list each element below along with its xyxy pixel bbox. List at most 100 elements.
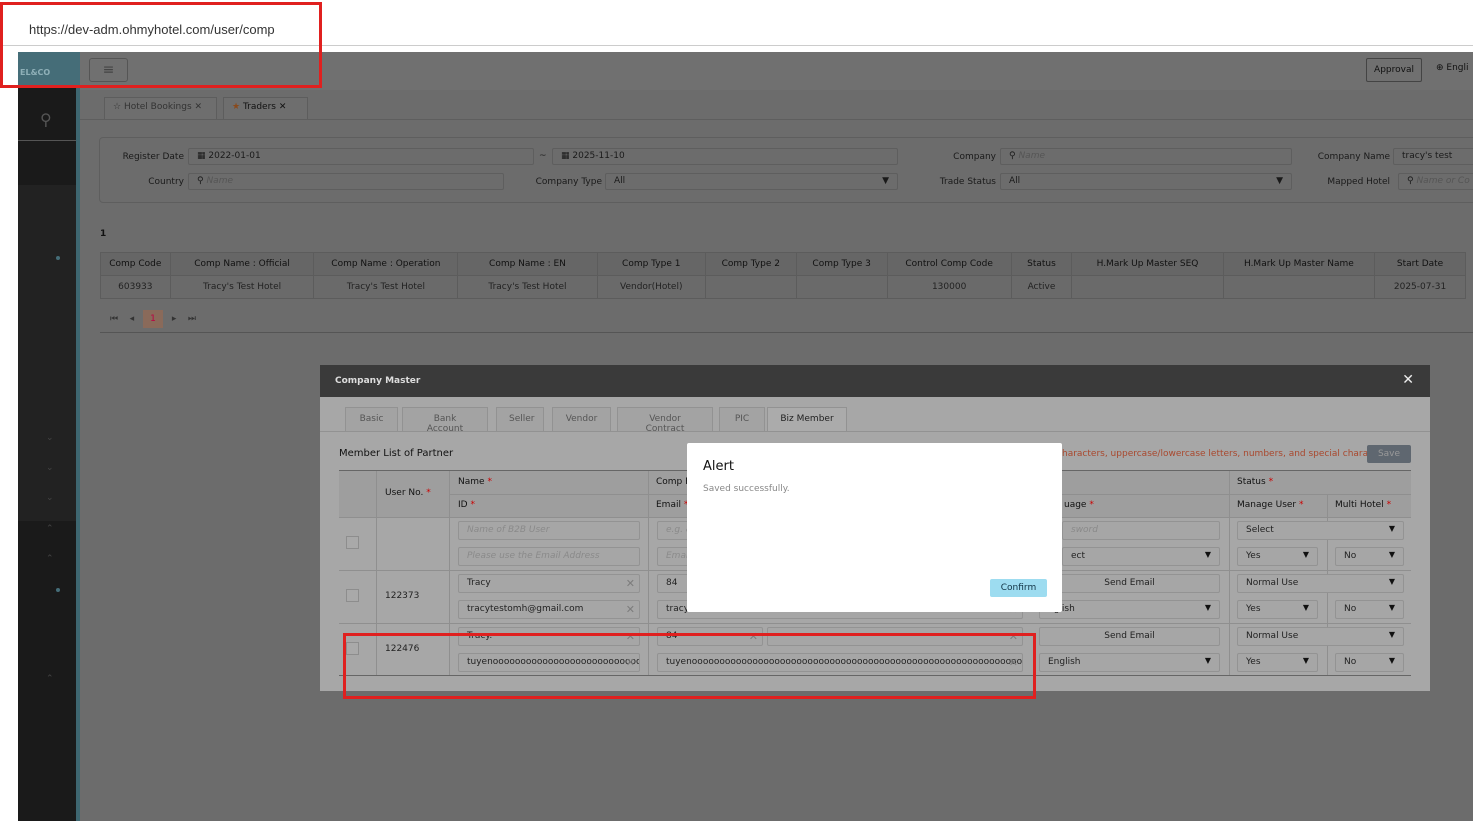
next-page-icon[interactable]: ▸ (172, 314, 177, 324)
column-header[interactable]: H.Mark Up Master Name (1222, 252, 1376, 276)
date-from-value: 2022-01-01 (208, 151, 261, 161)
chevron-down-icon[interactable]: ⌄ (46, 493, 54, 503)
modal-tab-biz-member[interactable]: Biz Member (767, 407, 847, 431)
column-header[interactable]: Comp Name : Official (169, 252, 315, 276)
new-language-select[interactable]: ect ▼ (1062, 547, 1220, 566)
user-no: 122373 (385, 591, 420, 601)
column-header[interactable]: Comp Name : EN (457, 252, 598, 276)
page-1-button[interactable]: 1 (142, 310, 163, 328)
language-selector[interactable]: ⊕ Engli (1436, 63, 1469, 73)
new-name-input[interactable]: Name of B2B User (458, 521, 640, 540)
close-icon[interactable]: ✕ (1402, 372, 1414, 388)
new-multi-hotel-select[interactable]: No ▼ (1335, 547, 1404, 566)
column-header[interactable]: Comp Type 1 (596, 252, 706, 276)
clear-icon[interactable]: ✕ (626, 577, 635, 590)
clear-icon[interactable]: ✕ (626, 603, 635, 616)
company-type-label: Company Type (535, 177, 602, 187)
multi-hotel-select[interactable]: No ▼ (1335, 600, 1404, 619)
date-to-value: 2025-11-10 (572, 151, 625, 161)
approval-button[interactable]: Approval (1366, 58, 1422, 82)
company-name-label: Company Name (1317, 152, 1390, 162)
tab-hotel-bookings[interactable]: ☆ Hotel Bookings ✕ (104, 97, 217, 119)
prev-page-icon[interactable]: ◂ (130, 314, 135, 324)
chevron-down-icon[interactable]: ⌄ (46, 433, 54, 443)
last-page-icon[interactable]: ⏭ (188, 314, 196, 324)
modal-tab-vendor[interactable]: Vendor (552, 407, 611, 431)
new-id-input[interactable]: Please use the Email Address (458, 547, 640, 566)
column-header[interactable]: Comp Name : Operation (313, 252, 459, 276)
trade-status-select[interactable]: All ▼ (1000, 173, 1292, 190)
language-select[interactable]: nglish▼ (1039, 600, 1220, 619)
new-status-select[interactable]: Select ▼ (1237, 521, 1404, 540)
company-name-input[interactable]: tracy's test (1393, 148, 1473, 165)
name-input[interactable]: Tracy ✕ (458, 574, 640, 593)
chevron-down-icon[interactable]: ⌄ (46, 463, 54, 473)
pagination: ⏮ ◂ 1 ▸ ⏭ (110, 310, 196, 328)
star-outline-icon: ☆ (113, 102, 124, 112)
close-icon[interactable]: ✕ (195, 102, 203, 112)
mapped-hotel-placeholder: Name or Co (1416, 176, 1470, 186)
close-icon[interactable]: ✕ (279, 102, 287, 112)
company-input[interactable]: ⚲ Name (1000, 148, 1292, 165)
table-row[interactable]: 603933 Tracy's Test Hotel Tracy's Test Hot… (100, 275, 1466, 299)
modal-tab-seller[interactable]: Seller (496, 407, 544, 431)
modal-tab-vendor-contract[interactable]: Vendor Contract (617, 407, 713, 434)
divider (320, 431, 1430, 432)
column-header[interactable]: H.Mark Up Master SEQ (1071, 252, 1224, 276)
company-type-value: All (614, 176, 626, 186)
id-input[interactable]: tracytestomh@gmail.com ✕ (458, 600, 640, 619)
manage-user-select[interactable]: Yes ▼ (1237, 653, 1318, 672)
company-placeholder: Name (1018, 151, 1046, 161)
row-checkbox[interactable] (346, 536, 359, 549)
column-header[interactable]: Comp Type 3 (795, 252, 888, 276)
column-header[interactable]: Comp Type 2 (704, 252, 797, 276)
send-email-button[interactable]: Send Email (1039, 574, 1220, 593)
date-from-input[interactable]: ▦ 2022-01-01 (188, 148, 534, 165)
search-icon[interactable]: ⚲ (40, 110, 52, 129)
new-manage-user-select[interactable]: Yes ▼ (1237, 547, 1318, 566)
send-email-button[interactable]: Send Email (1039, 627, 1220, 646)
column-header[interactable]: Comp Code (100, 252, 171, 276)
date-to-input[interactable]: ▦ 2025-11-10 (552, 148, 898, 165)
table-cell: 603933 (100, 275, 171, 299)
modal-tab-pic[interactable]: PIC (719, 407, 765, 431)
save-button[interactable]: Save (1367, 445, 1411, 463)
mapped-hotel-input[interactable]: ⚲ Name or Co (1398, 173, 1473, 190)
col-multi-hotel: Multi Hotel * (1335, 500, 1392, 510)
col-comp: Comp P (656, 477, 691, 487)
divider (18, 140, 76, 141)
column-header[interactable]: Start Date (1374, 252, 1466, 276)
col-language: uage * (1064, 500, 1094, 510)
first-page-icon[interactable]: ⏮ (110, 314, 118, 324)
divider (80, 119, 1473, 120)
multi-hotel-select[interactable]: No ▼ (1335, 653, 1404, 672)
chevron-up-icon[interactable]: ⌃ (46, 554, 54, 564)
table-cell (704, 275, 797, 299)
highlight-member-row (343, 633, 1036, 699)
manage-user-select[interactable]: Yes ▼ (1237, 600, 1318, 619)
table-cell: 130000 (886, 275, 1012, 299)
chevron-up-icon[interactable]: ⌃ (46, 524, 54, 534)
confirm-button[interactable]: Confirm (990, 579, 1047, 597)
caret-down-icon: ▼ (1276, 176, 1283, 186)
col-manage-user: Manage User * (1237, 500, 1304, 510)
alert-title: Alert (703, 459, 734, 474)
trade-status-value: All (1009, 176, 1021, 186)
column-header[interactable]: Control Comp Code (886, 252, 1012, 276)
company-type-select[interactable]: All ▼ (605, 173, 898, 190)
new-password-input[interactable]: sword (1062, 521, 1220, 540)
table-cell: 2025-07-31 (1374, 275, 1466, 299)
tab-traders[interactable]: ★ Traders ✕ (223, 97, 308, 119)
status-select[interactable]: Normal Use ▼ (1237, 627, 1404, 646)
country-input[interactable]: ⚲ Name (188, 173, 504, 190)
col-status: Status * (1237, 477, 1274, 487)
modal-tab-basic[interactable]: Basic (345, 407, 398, 431)
chevron-up-icon[interactable]: ⌃ (46, 674, 54, 684)
status-select[interactable]: Normal Use ▼ (1237, 574, 1404, 593)
modal-tab-bank-account[interactable]: Bank Account (402, 407, 488, 434)
column-header[interactable]: Status (1010, 252, 1073, 276)
row-checkbox[interactable] (346, 589, 359, 602)
language-select[interactable]: English ▼ (1039, 653, 1220, 672)
section-title: Member List of Partner (339, 448, 454, 459)
globe-icon: ⊕ (1436, 63, 1447, 73)
